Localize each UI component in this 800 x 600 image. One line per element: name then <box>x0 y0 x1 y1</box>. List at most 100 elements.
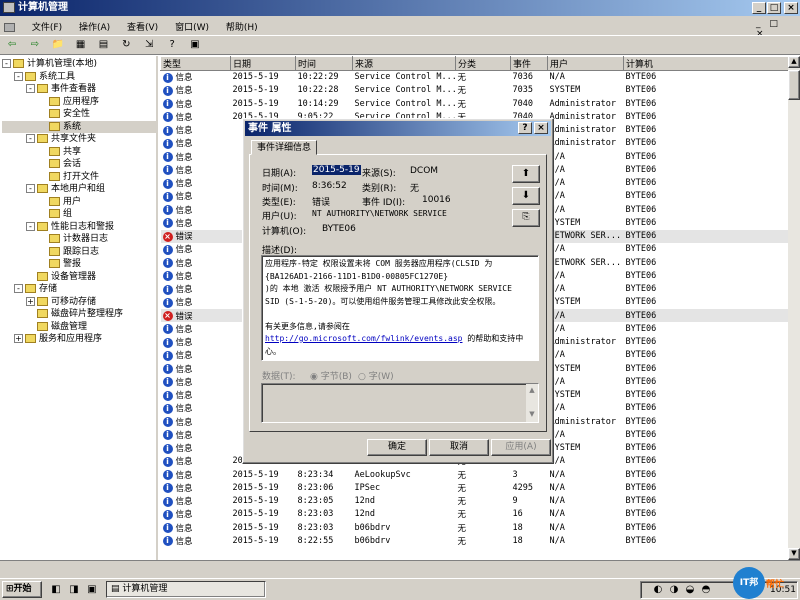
start-button[interactable]: ⊞开始 <box>2 581 42 598</box>
column-header[interactable]: 分类 <box>455 56 511 71</box>
tree-node[interactable]: 应用程序 <box>2 96 156 109</box>
column-header[interactable]: 用户 <box>547 56 624 71</box>
scroll-thumb[interactable] <box>788 70 800 100</box>
table-row[interactable]: i 信息 2015-5-19 8:23:06 IPSec 无 4295 N/A BYTE06 <box>161 481 789 494</box>
column-header[interactable]: 计算机 <box>623 56 788 71</box>
help-icon[interactable]: ? <box>164 37 180 53</box>
tab-event-details[interactable]: 事件详细信息 <box>251 140 317 155</box>
expander-icon[interactable]: - <box>26 134 35 143</box>
words-radio[interactable]: ○ 字(W) <box>358 369 394 382</box>
tree-node[interactable]: - 本地用户和组 <box>2 183 156 196</box>
tree-node[interactable]: 磁盘碎片整理程序 <box>2 308 156 321</box>
tree-node[interactable]: - 存储 <box>2 283 156 296</box>
tray-icon-2[interactable]: ◑ <box>666 582 682 598</box>
description-box[interactable]: 应用程序-特定 权限设置未将 COM 服务器应用程序(CLSID 为 {BA12… <box>261 255 539 361</box>
properties-icon[interactable]: ▤ <box>96 37 112 53</box>
scroll-up-button[interactable]: ▲ <box>788 56 800 68</box>
table-row[interactable]: i 信息 2015-5-19 8:23:05 12nd 无 9 N/A BYTE06 <box>161 495 789 508</box>
tray-icon-4[interactable]: ◓ <box>698 582 714 598</box>
bytes-radio[interactable]: ◉ 字节(B) <box>310 369 352 382</box>
tree-node[interactable]: 警报 <box>2 258 156 271</box>
quicklaunch-icon-3[interactable]: ▣ <box>84 582 100 598</box>
cancel-button[interactable]: 取消 <box>429 439 489 456</box>
tree-node[interactable]: + 服务和应用程序 <box>2 333 156 346</box>
expander-icon[interactable]: - <box>2 59 11 68</box>
column-header[interactable]: 时间 <box>295 56 353 71</box>
table-row[interactable]: i 信息 2015-5-19 8:23:34 AeLookupSvc 无 3 N/A BYTE0… <box>161 468 789 481</box>
menu-view[interactable]: 查看(V) <box>127 20 158 33</box>
up-folder-icon[interactable]: 📁 <box>50 37 66 53</box>
forward-arrow-icon[interactable]: ⇨ <box>27 37 43 53</box>
column-header[interactable]: 类型 <box>160 56 231 71</box>
menu-action[interactable]: 操作(A) <box>79 20 110 33</box>
expander-icon[interactable]: + <box>14 334 23 343</box>
maximize-button[interactable]: □ <box>767 2 781 14</box>
column-header[interactable]: 事件 <box>510 56 548 71</box>
tree-node[interactable]: 设备管理器 <box>2 271 156 284</box>
quicklaunch-icon-1[interactable]: ◧ <box>48 582 64 598</box>
menu-help[interactable]: 帮助(H) <box>226 20 258 33</box>
table-row[interactable]: i 信息 2015-5-19 10:22:29 Service Control M...… <box>161 71 789 84</box>
export-icon[interactable]: ⇲ <box>141 37 157 53</box>
table-row[interactable]: i 信息 2015-5-19 8:23:03 b06bdrv 无 18 N/A BYTE06 <box>161 521 789 534</box>
back-arrow-icon[interactable]: ⇦ <box>4 37 20 53</box>
tree-node-label: 系统工具 <box>39 71 76 82</box>
quicklaunch-icon-2[interactable]: ◨ <box>66 582 82 598</box>
tree-node[interactable]: 跟踪日志 <box>2 246 156 259</box>
column-header[interactable]: 来源 <box>352 56 456 71</box>
help-link[interactable]: http://go.microsoft.com/fwlink/events.as… <box>265 334 462 343</box>
expander-icon[interactable]: - <box>26 84 35 93</box>
taskbar-computer-management[interactable]: ▤ 计算机管理 <box>106 581 266 598</box>
expander-icon[interactable]: - <box>26 184 35 193</box>
column-header[interactable]: 日期 <box>230 56 296 71</box>
tree-node[interactable]: 打开文件 <box>2 171 156 184</box>
table-cell: BYTE06 <box>624 468 789 481</box>
menu-file[interactable]: 文件(F) <box>32 20 62 33</box>
tray-icon-1[interactable]: ◐ <box>650 582 666 598</box>
minimize-button[interactable]: _ <box>752 2 766 14</box>
dialog-close-button[interactable]: × <box>534 122 548 134</box>
cell-text: BYTE06 <box>625 191 657 202</box>
expander-icon[interactable]: - <box>14 71 23 81</box>
table-row[interactable]: i 信息 2015-5-19 10:14:29 Service Control M...… <box>161 97 789 110</box>
tree-node[interactable]: 安全性 <box>2 108 156 121</box>
tree-node[interactable]: 系统 <box>2 120 156 133</box>
table-row[interactable]: i 信息 2015-5-19 8:22:55 b06bdrv 无 18 N/A BYTE06 <box>161 534 789 547</box>
table-cell: BYTE06 <box>624 150 789 163</box>
tree-node[interactable]: 组 <box>2 208 156 221</box>
tree-node[interactable]: - 性能日志和警报 <box>2 221 156 234</box>
apply-button[interactable]: 应用(A) <box>491 439 551 456</box>
next-event-button[interactable]: ⬇ <box>512 187 540 205</box>
table-row[interactable]: i 信息 2015-5-19 10:22:28 Service Control M...… <box>161 84 789 97</box>
dialog-help-button[interactable]: ? <box>518 122 532 134</box>
expander-icon[interactable]: - <box>26 221 35 231</box>
expander-icon[interactable]: - <box>14 284 23 293</box>
data-box[interactable]: ▲ ▼ <box>261 383 539 423</box>
tree-node[interactable]: - 计算机管理(本地) <box>2 58 156 71</box>
cell-text: Service Control M... <box>354 98 456 109</box>
expander-icon[interactable]: + <box>26 296 35 306</box>
tree-node[interactable]: - 共享文件夹 <box>2 133 156 146</box>
data-scrollbar[interactable]: ▲ ▼ <box>526 384 538 422</box>
scroll-down-button[interactable]: ▼ <box>788 548 800 560</box>
show-tree-icon[interactable]: ▦ <box>73 37 89 53</box>
tree-node[interactable]: 计数器日志 <box>2 233 156 246</box>
tree-node[interactable]: 磁盘管理 <box>2 321 156 334</box>
table-cell: BYTE06 <box>624 521 789 534</box>
menu-window[interactable]: 窗口(W) <box>175 20 209 33</box>
tree-node[interactable]: + 可移动存储 <box>2 296 156 309</box>
copy-button[interactable]: ⎘ <box>512 209 540 227</box>
tree-node[interactable]: - 系统工具 <box>2 71 156 84</box>
list-scrollbar[interactable]: ▲ ▼ <box>788 56 800 560</box>
close-button[interactable]: × <box>784 2 798 14</box>
help-topics-icon[interactable]: ▣ <box>187 37 203 53</box>
table-row[interactable]: i 信息 2015-5-19 8:23:03 12nd 无 16 N/A BYTE06 <box>161 508 789 521</box>
ok-button[interactable]: 确定 <box>367 439 427 456</box>
tree-node[interactable]: 会话 <box>2 158 156 171</box>
refresh-icon[interactable]: ↻ <box>118 37 134 53</box>
tree-node[interactable]: 共享 <box>2 146 156 159</box>
previous-event-button[interactable]: ⬆ <box>512 165 540 183</box>
tree-node[interactable]: 用户 <box>2 196 156 209</box>
tree-node[interactable]: - 事件查看器 <box>2 83 156 96</box>
tray-icon-3[interactable]: ◒ <box>682 582 698 598</box>
